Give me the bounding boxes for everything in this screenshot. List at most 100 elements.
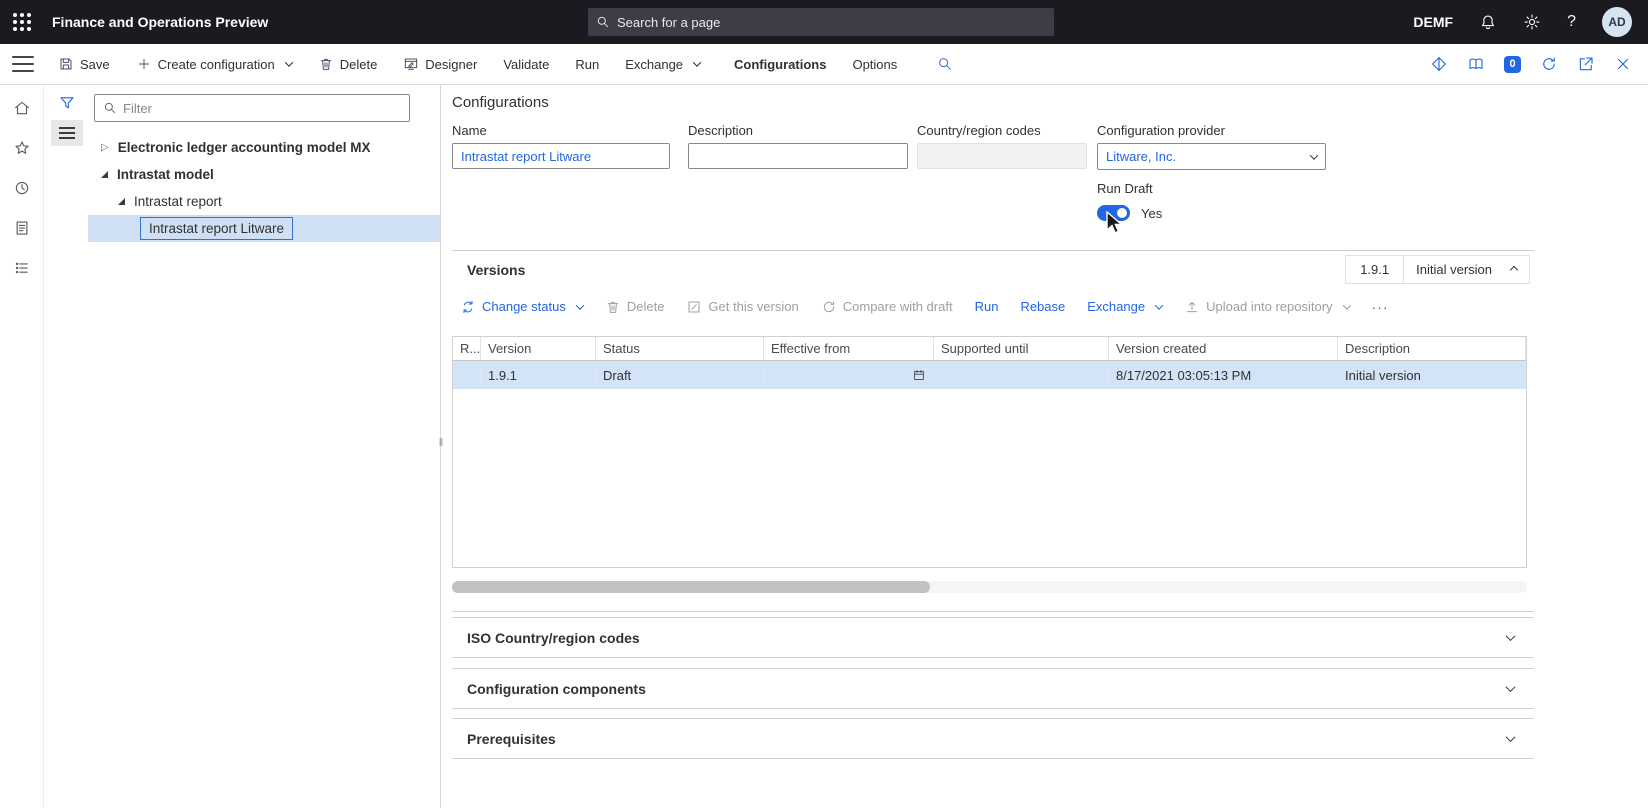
funnel-icon bbox=[58, 94, 76, 112]
search-icon bbox=[103, 101, 117, 115]
rail-recent-button[interactable] bbox=[4, 173, 40, 203]
column-header-status[interactable]: Status bbox=[596, 337, 764, 360]
configuration-tree: ▷ Electronic ledger accounting model MX … bbox=[88, 134, 440, 242]
help-button[interactable]: ? bbox=[1567, 13, 1576, 31]
refresh-button[interactable] bbox=[1540, 55, 1558, 73]
expanded-triangle-icon[interactable] bbox=[101, 171, 108, 178]
save-button[interactable]: Save bbox=[58, 56, 110, 72]
list-icon bbox=[13, 259, 31, 277]
notification-count-badge[interactable]: 0 bbox=[1504, 55, 1521, 73]
calendar-icon[interactable] bbox=[912, 368, 926, 382]
app-title: Finance and Operations Preview bbox=[52, 14, 269, 30]
delete-button[interactable]: Delete bbox=[318, 56, 377, 72]
company-picker[interactable]: DEMF bbox=[1413, 14, 1453, 30]
expanded-triangle-icon[interactable] bbox=[118, 198, 125, 205]
create-configuration-button[interactable]: Create configuration bbox=[136, 56, 293, 72]
column-header-version-created[interactable]: Version created bbox=[1109, 337, 1338, 360]
configuration-components-section[interactable]: Configuration components bbox=[452, 668, 1534, 709]
column-header-run[interactable]: R... bbox=[453, 337, 481, 360]
settings-button[interactable] bbox=[1523, 13, 1541, 31]
get-version-icon bbox=[686, 299, 702, 315]
trash-icon bbox=[318, 56, 334, 72]
alerts-button[interactable] bbox=[1479, 13, 1497, 31]
task-guide-button[interactable] bbox=[1467, 55, 1485, 73]
tree-view-mode-button[interactable] bbox=[51, 120, 83, 146]
prerequisites-section[interactable]: Prerequisites bbox=[452, 718, 1534, 759]
list-icon bbox=[59, 127, 75, 139]
description-cell: Initial version bbox=[1338, 361, 1526, 389]
tree-item-electronic-ledger[interactable]: ▷ Electronic ledger accounting model MX bbox=[88, 134, 440, 161]
global-search-input[interactable] bbox=[617, 14, 1046, 30]
versions-grid: R... Version Status Effective from Suppo… bbox=[452, 336, 1527, 568]
chevron-up-icon[interactable] bbox=[1509, 265, 1519, 274]
version-cell: 1.9.1 bbox=[481, 361, 596, 389]
compare-with-draft-button: Compare with draft bbox=[821, 299, 953, 315]
horizontal-scrollbar[interactable] bbox=[452, 581, 1527, 593]
trash-icon bbox=[605, 299, 621, 315]
search-icon bbox=[596, 15, 610, 29]
nav-pane-toggle-button[interactable] bbox=[12, 55, 34, 73]
page-title: Configurations bbox=[452, 94, 549, 111]
chevron-down-icon[interactable] bbox=[1505, 732, 1516, 743]
designer-button[interactable]: Designer bbox=[403, 56, 477, 72]
run-version-button[interactable]: Run bbox=[975, 299, 999, 314]
column-header-version[interactable]: Version bbox=[481, 337, 596, 360]
column-header-description[interactable]: Description bbox=[1338, 337, 1526, 360]
run-draft-toggle[interactable] bbox=[1097, 205, 1130, 221]
effective-from-cell[interactable] bbox=[764, 361, 934, 389]
column-header-effective-from[interactable]: Effective from bbox=[764, 337, 934, 360]
tab-configurations[interactable]: Configurations bbox=[734, 57, 826, 72]
validate-button[interactable]: Validate bbox=[503, 57, 549, 72]
close-page-button[interactable] bbox=[1614, 55, 1632, 73]
action-search-button[interactable] bbox=[937, 56, 953, 72]
collapsed-triangle-icon[interactable]: ▷ bbox=[101, 142, 109, 153]
column-header-supported-until[interactable]: Supported until bbox=[934, 337, 1109, 360]
chevron-down-icon[interactable] bbox=[1505, 682, 1516, 693]
more-commands-button[interactable]: ··· bbox=[1372, 299, 1389, 315]
tree-filter-box[interactable] bbox=[94, 94, 410, 122]
table-row[interactable]: 1.9.1 Draft 8/17/2021 03:05:13 PM Initia… bbox=[453, 361, 1526, 389]
tree-filter-button[interactable] bbox=[58, 94, 76, 112]
exchange-version-button[interactable]: Exchange bbox=[1087, 299, 1164, 314]
row-selector-cell[interactable] bbox=[453, 361, 481, 389]
versions-toolbar: Change status Delete Get this version Co… bbox=[452, 288, 1534, 325]
tab-options[interactable]: Options bbox=[852, 57, 897, 72]
power-apps-button[interactable] bbox=[1430, 55, 1448, 73]
chevron-down-icon bbox=[1342, 300, 1351, 310]
versions-title: Versions bbox=[467, 261, 526, 278]
user-avatar[interactable]: AD bbox=[1602, 7, 1632, 37]
top-navigation-bar: Finance and Operations Preview DEMF ? AD bbox=[0, 0, 1648, 44]
plus-icon bbox=[136, 56, 152, 72]
app-launcher-button[interactable] bbox=[0, 0, 44, 44]
status-change-icon bbox=[460, 299, 476, 315]
exchange-menu-button[interactable]: Exchange bbox=[625, 57, 702, 72]
rail-favorites-button[interactable] bbox=[4, 133, 40, 163]
country-codes-label: Country/region codes bbox=[917, 123, 1041, 138]
chevron-down-icon bbox=[692, 58, 702, 67]
rail-home-button[interactable] bbox=[4, 93, 40, 123]
iso-country-codes-section[interactable]: ISO Country/region codes bbox=[452, 617, 1534, 658]
run-button[interactable]: Run bbox=[575, 57, 599, 72]
country-codes-field bbox=[917, 143, 1087, 169]
hamburger-icon bbox=[12, 56, 34, 58]
tree-item-intrastat-report-litware[interactable]: Intrastat report Litware bbox=[88, 215, 440, 242]
tree-item-intrastat-model[interactable]: Intrastat model bbox=[88, 161, 440, 188]
global-search-box[interactable] bbox=[588, 8, 1054, 36]
tree-filter-input[interactable] bbox=[123, 100, 401, 116]
rail-workspaces-button[interactable] bbox=[4, 253, 40, 283]
change-status-button[interactable]: Change status bbox=[460, 299, 585, 315]
chevron-down-icon[interactable] bbox=[1505, 631, 1516, 642]
tree-item-intrastat-report[interactable]: Intrastat report bbox=[88, 188, 440, 215]
description-field[interactable] bbox=[688, 143, 908, 169]
provider-dropdown[interactable]: Litware, Inc. bbox=[1097, 143, 1326, 170]
rebase-button[interactable]: Rebase bbox=[1020, 299, 1065, 314]
open-in-new-window-button[interactable] bbox=[1577, 55, 1595, 73]
splitter-grip[interactable]: ‖ bbox=[437, 433, 445, 453]
versions-summary[interactable]: 1.9.1 Initial version bbox=[1345, 255, 1530, 284]
rail-forms-button[interactable] bbox=[4, 213, 40, 243]
status-cell: Draft bbox=[596, 361, 764, 389]
supported-until-cell[interactable] bbox=[934, 361, 1109, 389]
versions-section: Versions 1.9.1 Initial version Change st… bbox=[452, 250, 1534, 612]
name-field[interactable] bbox=[452, 143, 670, 169]
horizontal-scrollbar-thumb[interactable] bbox=[452, 581, 930, 593]
